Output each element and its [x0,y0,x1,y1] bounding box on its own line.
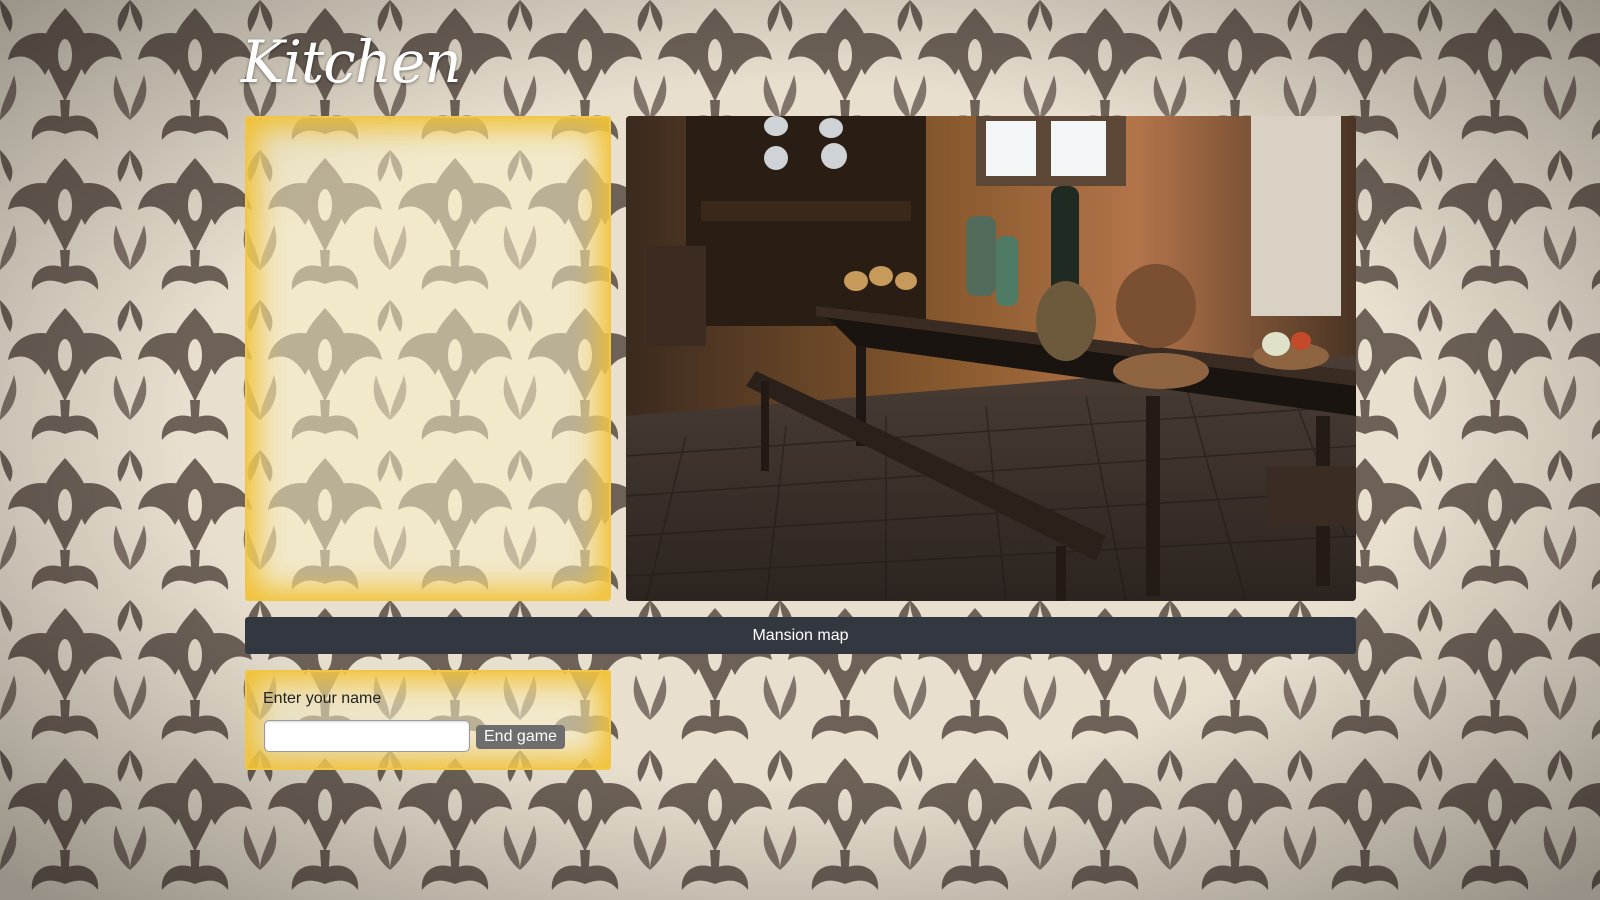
player-name-input[interactable] [264,720,470,752]
mansion-map-button[interactable]: Mansion map [245,617,1356,654]
name-label: Enter your name [263,690,382,707]
room-scene-image [626,116,1356,601]
inventory-panel [245,116,611,601]
room-title: Kitchen [241,28,462,96]
end-game-button[interactable]: End game [476,725,565,749]
kitchen-dining-room-photo-icon [626,116,1356,601]
player-name-panel: Enter your name End game [245,670,611,770]
